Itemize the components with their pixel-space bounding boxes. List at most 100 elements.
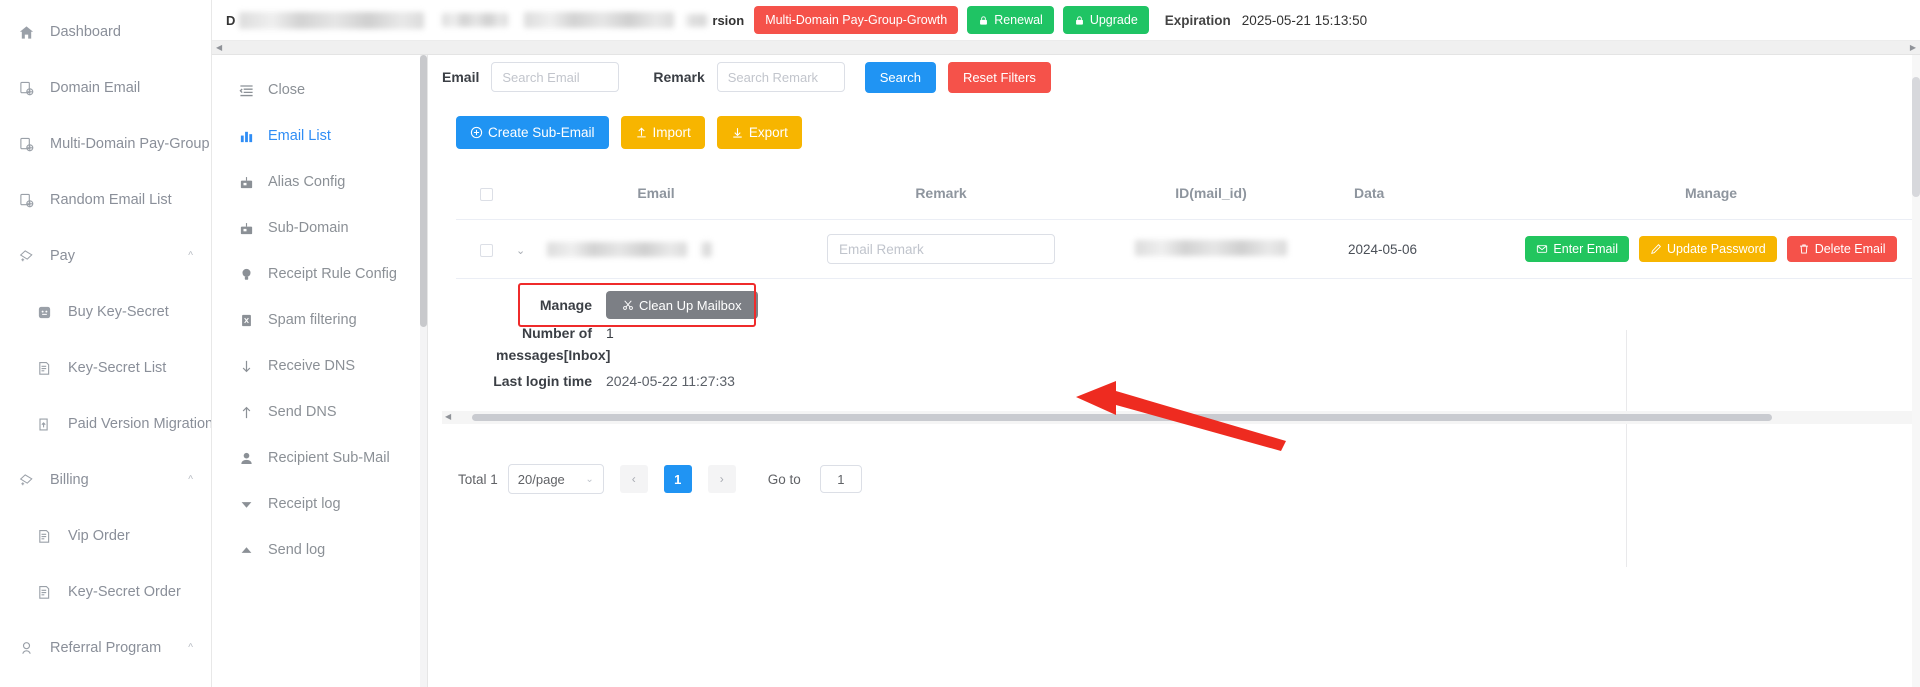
detail-last-login-value: 2024-05-22 11:27:33 <box>606 373 735 389</box>
sidebar-item-vip-order[interactable]: Vip Order <box>0 508 211 564</box>
sidebar-item-recipient-sub-mail[interactable]: Recipient Sub-Mail <box>212 435 427 481</box>
mailbox-icon <box>236 221 256 236</box>
goto-page-input[interactable] <box>819 465 862 493</box>
select-all-checkbox[interactable] <box>479 187 493 201</box>
horizontal-collapse-strip[interactable]: ◀ ▶ <box>212 41 1920 55</box>
spam-icon <box>236 313 256 328</box>
search-button[interactable]: Search <box>864 61 936 93</box>
sidebar-item-label: Billing <box>50 472 89 488</box>
page-size-select[interactable]: 20/page ⌄ <box>507 464 604 494</box>
lock-icon <box>978 15 989 26</box>
sidebar-item-label: Email List <box>268 128 331 144</box>
page-number-button[interactable]: 1 <box>663 465 692 493</box>
domain-email-icon <box>16 137 36 152</box>
expiration-label: Expiration <box>1164 12 1231 28</box>
right-region: D rsion Multi-Domain Pay-Group-Growth Re… <box>212 0 1920 687</box>
sidebar-group-referral-program[interactable]: Referral Program ^ <box>0 620 211 676</box>
import-button[interactable]: Import <box>620 116 705 149</box>
sidebar-item-alias-config[interactable]: Alias Config <box>212 159 427 205</box>
sidebar-item-receive-dns[interactable]: Receive DNS <box>212 343 427 389</box>
row-mail-id-cell <box>1086 219 1336 279</box>
table-horizontal-scrollbar[interactable]: ◀ ▶ <box>442 411 1920 424</box>
delete-email-label: Delete Email <box>1814 242 1886 256</box>
home-icon <box>16 25 36 40</box>
sidebar-item-receipt-rule-config[interactable]: Receipt Rule Config <box>212 251 427 297</box>
renewal-label: Renewal <box>994 13 1043 27</box>
search-remark-input[interactable] <box>716 62 845 92</box>
column-header-mail-id: ID(mail_id) <box>1086 175 1336 220</box>
main-vertical-scrollbar[interactable] <box>1912 55 1920 687</box>
search-email-input[interactable] <box>491 62 620 92</box>
sidebar-item-send-dns[interactable]: Send DNS <box>212 389 427 435</box>
export-label: Export <box>748 125 788 140</box>
column-header-manage: Manage <box>1496 175 1920 220</box>
sidebar-item-receipt-log[interactable]: Receipt log <box>212 481 427 527</box>
action-bar: Create Sub-Email Import Export <box>456 116 1920 149</box>
sidebar-item-send-log[interactable]: Send log <box>212 527 427 573</box>
detail-last-login-row: Last login time 2024-05-22 11:27:33 <box>456 373 1356 389</box>
enter-email-button[interactable]: Enter Email <box>1525 236 1630 262</box>
pencil-icon <box>1650 243 1662 255</box>
prev-page-button[interactable]: ‹ <box>619 465 648 493</box>
sidebar-item-random-email-list[interactable]: Random Email List <box>0 172 211 228</box>
version-badge[interactable]: Multi-Domain Pay-Group-Growth <box>754 6 959 34</box>
sidebar-group-billing[interactable]: Billing ^ <box>0 452 211 508</box>
version-label: rsion <box>712 12 745 28</box>
app-root: Dashboard Domain Email Multi-Domain Pay-… <box>0 0 1920 687</box>
total-count-label: Total 1 <box>458 471 498 487</box>
secondary-sidebar-scrollbar[interactable] <box>420 55 427 687</box>
update-password-button[interactable]: Update Password <box>1639 236 1777 262</box>
export-button[interactable]: Export <box>716 116 802 149</box>
sidebar-item-label: Paid Version Migration <box>68 416 212 432</box>
email-remark-input[interactable] <box>827 234 1055 264</box>
sidebar-item-multi-domain-pay-group[interactable]: Multi-Domain Pay-Group <box>0 116 211 172</box>
plus-circle-icon <box>470 126 483 139</box>
secondary-sidebar: Close Email List Alias Config Sub-Domain… <box>212 55 427 687</box>
lock-icon <box>1074 15 1085 26</box>
create-sub-email-label: Create Sub-Email <box>488 125 595 140</box>
redacted-small-text <box>686 13 709 27</box>
row-detail-panel: Manage Clean Up Mailbox Number of 1 mess… <box>456 283 1356 389</box>
sidebar-group-pay[interactable]: Pay ^ <box>0 228 211 284</box>
sidebar-item-close[interactable]: Close <box>212 67 427 113</box>
redacted-extra-text <box>524 12 675 28</box>
renewal-button[interactable]: Renewal <box>967 6 1054 34</box>
table-row: ⌄ 2024-05-06 <box>456 219 1920 279</box>
row-date-cell: 2024-05-06 <box>1336 219 1496 279</box>
redacted-email-value <box>547 242 688 258</box>
sidebar-item-spam-filtering[interactable]: Spam filtering <box>212 297 427 343</box>
sidebar-item-buy-key-secret[interactable]: Buy Key-Secret <box>0 284 211 340</box>
scroll-left-icon[interactable]: ◀ <box>445 412 451 421</box>
clean-up-mailbox-button[interactable]: Clean Up Mailbox <box>606 291 758 319</box>
sidebar-item-key-secret-list[interactable]: Key-Secret List <box>0 340 211 396</box>
next-page-button[interactable]: › <box>707 465 736 493</box>
sidebar-item-label: Receipt Rule Config <box>268 266 397 282</box>
sidebar-item-key-secret-order[interactable]: Key-Secret Order <box>0 564 211 620</box>
clean-up-mailbox-label: Clean Up Mailbox <box>639 297 742 313</box>
delete-email-button[interactable]: Delete Email <box>1786 236 1897 262</box>
page-size-value: 20/page <box>517 471 565 487</box>
sidebar-item-domain-email[interactable]: Domain Email <box>0 60 211 116</box>
sidebar-item-sub-domain[interactable]: Sub-Domain <box>212 205 427 251</box>
email-table-wrapper: Email Remark ID(mail_id) Data Manage ⌄ E… <box>456 175 1920 567</box>
sidebar-item-referral-program[interactable]: Referral Program <box>0 676 211 687</box>
create-sub-email-button[interactable]: Create Sub-Email <box>456 116 609 149</box>
upgrade-button[interactable]: Upgrade <box>1062 6 1149 34</box>
update-password-label: Update Password <box>1667 242 1766 256</box>
chevron-left-icon[interactable]: ◀ <box>216 43 222 52</box>
expand-row-chevron-down-icon[interactable]: ⌄ <box>516 245 525 257</box>
sidebar-item-paid-version-migration[interactable]: Paid Version Migration <box>0 396 211 452</box>
row-checkbox[interactable] <box>479 243 493 257</box>
sidebar-item-email-list[interactable]: Email List <box>212 113 427 159</box>
trash-icon <box>1798 243 1810 255</box>
import-label: Import <box>652 125 691 140</box>
chevron-right-icon[interactable]: ▶ <box>1910 43 1916 52</box>
pay-icon <box>16 473 36 488</box>
reset-filters-button[interactable]: Reset Filters <box>947 61 1051 93</box>
sidebar-item-label: Close <box>268 82 306 98</box>
sidebar-item-dashboard[interactable]: Dashboard <box>0 4 211 60</box>
sidebar-item-label: Pay <box>50 248 75 264</box>
upgrade-label: Upgrade <box>1089 13 1138 27</box>
sidebar-item-label: Key-Secret List <box>68 360 167 376</box>
sidebar-item-label: Vip Order <box>68 528 130 544</box>
